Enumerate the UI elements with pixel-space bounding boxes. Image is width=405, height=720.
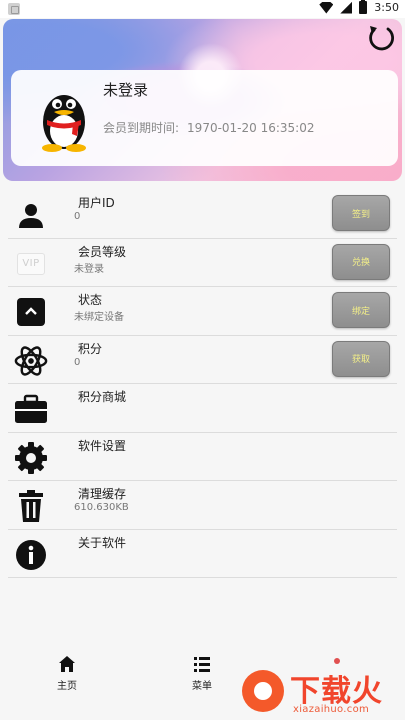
row-title: 清理缓存 bbox=[78, 487, 127, 501]
row-title: 状态 bbox=[78, 293, 103, 307]
vip-expiry: 会员到期时间: 1970-01-20 16:35:02 bbox=[103, 119, 323, 136]
watermark-logo bbox=[242, 670, 284, 712]
home-icon bbox=[59, 656, 75, 672]
row-title: 会员等级 bbox=[78, 244, 127, 259]
login-status[interactable]: 未登录 bbox=[103, 79, 148, 100]
row-title: 积分 bbox=[78, 341, 103, 356]
row-title: 关于软件 bbox=[78, 535, 127, 550]
row-subtitle: 未登录 bbox=[74, 263, 104, 275]
gear-icon bbox=[14, 441, 48, 475]
list-item-user-id[interactable]: 用户ID 0 签到 bbox=[8, 190, 397, 239]
user-icon bbox=[14, 198, 48, 232]
watermark-url: xiazaihuo.com bbox=[293, 704, 370, 715]
bind-button[interactable]: 绑定 bbox=[332, 292, 390, 328]
vip-icon-wrap: VIP bbox=[14, 247, 48, 281]
status-icon bbox=[14, 295, 48, 329]
row-title: 积分商城 bbox=[78, 390, 127, 404]
nav-menu-label: 菜单 bbox=[192, 681, 212, 692]
list-item-settings[interactable]: 软件设置 bbox=[8, 433, 397, 481]
qq-penguin-avatar[interactable] bbox=[35, 82, 93, 152]
profile-card[interactable]: 未登录 会员到期时间: 1970-01-20 16:35:02 bbox=[11, 70, 398, 166]
redeem-button[interactable]: 兑换 bbox=[332, 243, 390, 280]
nav-home[interactable]: 主页 bbox=[37, 655, 97, 692]
nav-menu[interactable]: 菜单 bbox=[172, 655, 232, 692]
status-time: 3:50 bbox=[374, 1, 399, 14]
row-title: 软件设置 bbox=[78, 438, 127, 453]
row-subtitle: 未绑定设备 bbox=[74, 312, 124, 323]
list-item-points-mall[interactable]: 积分商城 bbox=[8, 384, 397, 433]
info-icon bbox=[14, 538, 48, 572]
settings-list: 用户ID 0 签到 VIP 会员等级 未登录 兑换 状态 未绑定设备 绑定 积分… bbox=[8, 190, 397, 578]
row-title: 用户ID bbox=[78, 196, 115, 210]
get-points-button[interactable]: 获取 bbox=[332, 340, 390, 377]
sign-in-button[interactable]: 签到 bbox=[332, 195, 390, 231]
status-bar: 3:50 bbox=[0, 0, 405, 18]
nav-home-label: 主页 bbox=[57, 681, 77, 692]
wifi-icon bbox=[319, 1, 334, 14]
watermark: 下载火 xiazaihuo.com bbox=[238, 664, 403, 719]
list-item-status[interactable]: 状态 未绑定设备 绑定 bbox=[8, 287, 397, 336]
vip-icon: VIP bbox=[17, 252, 45, 275]
list-item-clear-cache[interactable]: 清理缓存 610.630KB bbox=[8, 481, 397, 530]
notification-icon bbox=[8, 3, 20, 15]
atom-icon bbox=[14, 344, 48, 378]
row-subtitle: 0 bbox=[74, 211, 81, 222]
row-subtitle: 0 bbox=[74, 356, 81, 368]
vip-expiry-value: 1970-01-20 16:35:02 bbox=[187, 121, 315, 135]
list-item-points[interactable]: 积分 0 获取 bbox=[8, 336, 397, 384]
briefcase-icon bbox=[14, 392, 48, 426]
list-item-about[interactable]: 关于软件 bbox=[8, 530, 397, 578]
battery-icon bbox=[359, 0, 368, 14]
list-item-vip-level[interactable]: VIP 会员等级 未登录 兑换 bbox=[8, 239, 397, 287]
signal-icon bbox=[340, 1, 353, 14]
trash-icon bbox=[14, 489, 48, 523]
refresh-icon[interactable] bbox=[366, 23, 396, 53]
row-subtitle: 610.630KB bbox=[74, 502, 129, 513]
status-indicators: 3:50 bbox=[319, 0, 399, 14]
menu-list-icon bbox=[194, 657, 210, 672]
vip-expiry-label: 会员到期时间: bbox=[103, 121, 180, 135]
